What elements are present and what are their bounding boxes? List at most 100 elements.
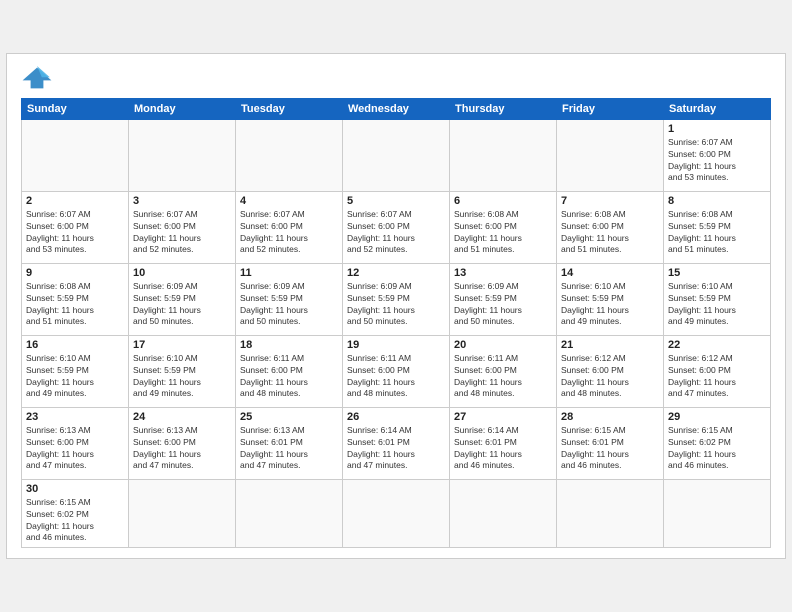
day-number-21: 21 <box>561 339 659 351</box>
weekday-header-saturday: Saturday <box>664 98 771 119</box>
day-number-4: 4 <box>240 195 338 207</box>
day-info-20: Sunrise: 6:11 AM Sunset: 6:00 PM Dayligh… <box>454 353 552 401</box>
calendar-container: SundayMondayTuesdayWednesdayThursdayFrid… <box>6 53 786 560</box>
calendar-cell-13: 8Sunrise: 6:08 AM Sunset: 5:59 PM Daylig… <box>664 191 771 263</box>
calendar-cell-16: 11Sunrise: 6:09 AM Sunset: 5:59 PM Dayli… <box>236 263 343 335</box>
calendar-cell-7: 2 Sunrise: 6:07 AM Sunset: 6:00 PM Daylig… <box>22 191 129 263</box>
calendar-cell-4 <box>450 119 557 191</box>
calendar-row-5: 30 Sunrise: 6:15 AM Sunset: 6:02 PM Dayli… <box>22 479 771 548</box>
calendar-cell-24: 19 Sunrise: 6:11 AM Sunset: 6:00 PM Dayli… <box>343 335 450 407</box>
day-number-18: 18 <box>240 339 338 351</box>
calendar-cell-27: 22 Sunrise: 6:12 AM Sunset: 6:00 PM Dayli… <box>664 335 771 407</box>
day-info-6: Sunrise: 6:08 AM Sunset: 6:00 PM Dayligh… <box>454 209 552 257</box>
day-info-1: Sunrise: 6:07 AM Sunset: 6:00 PM Dayligh… <box>668 137 766 185</box>
day-number-22: 22 <box>668 339 766 351</box>
day-info-29: Sunrise: 6:15 AM Sunset: 6:02 PM Dayligh… <box>668 425 766 473</box>
calendar-cell-38 <box>343 479 450 548</box>
calendar-cell-30: 25Sunrise: 6:13 AM Sunset: 6:01 PM Dayli… <box>236 407 343 479</box>
day-info-27: Sunrise: 6:14 AM Sunset: 6:01 PM Dayligh… <box>454 425 552 473</box>
day-number-25: 25 <box>240 411 338 423</box>
calendar-cell-3 <box>343 119 450 191</box>
calendar-cell-35: 30 Sunrise: 6:15 AM Sunset: 6:02 PM Dayli… <box>22 479 129 548</box>
day-number-27: 27 <box>454 411 552 423</box>
calendar-cell-23: 18 Sunrise: 6:11 AM Sunset: 6:00 PM Dayli… <box>236 335 343 407</box>
day-number-2: 2 <box>26 195 124 207</box>
calendar-row-3: 16 Sunrise: 6:10 AM Sunset: 5:59 PM Dayli… <box>22 335 771 407</box>
day-info-19: Sunrise: 6:11 AM Sunset: 6:00 PM Dayligh… <box>347 353 445 401</box>
day-info-2: Sunrise: 6:07 AM Sunset: 6:00 PM Dayligh… <box>26 209 124 257</box>
weekday-header-tuesday: Tuesday <box>236 98 343 119</box>
day-number-19: 19 <box>347 339 445 351</box>
day-info-12: Sunrise: 6:09 AM Sunset: 5:59 PM Dayligh… <box>347 281 445 329</box>
calendar-cell-41 <box>664 479 771 548</box>
header <box>21 64 771 92</box>
logo <box>21 64 57 92</box>
day-number-29: 29 <box>668 411 766 423</box>
weekday-header-sunday: Sunday <box>22 98 129 119</box>
calendar-cell-0 <box>22 119 129 191</box>
day-info-9: Sunrise: 6:08 AM Sunset: 5:59 PM Dayligh… <box>26 281 124 329</box>
calendar-row-2: 9 Sunrise: 6:08 AM Sunset: 5:59 PM Daylig… <box>22 263 771 335</box>
day-info-21: Sunrise: 6:12 AM Sunset: 6:00 PM Dayligh… <box>561 353 659 401</box>
day-number-14: 14 <box>561 267 659 279</box>
calendar-cell-20: 15 Sunrise: 6:10 AM Sunset: 5:59 PM Dayli… <box>664 263 771 335</box>
day-number-12: 12 <box>347 267 445 279</box>
calendar-cell-11: 6 Sunrise: 6:08 AM Sunset: 6:00 PM Daylig… <box>450 191 557 263</box>
day-number-6: 6 <box>454 195 552 207</box>
day-info-30: Sunrise: 6:15 AM Sunset: 6:02 PM Dayligh… <box>26 497 124 545</box>
day-number-9: 9 <box>26 267 124 279</box>
day-info-14: Sunrise: 6:10 AM Sunset: 5:59 PM Dayligh… <box>561 281 659 329</box>
logo-icon <box>21 64 53 92</box>
weekday-header-thursday: Thursday <box>450 98 557 119</box>
calendar-cell-6: 1 Sunrise: 6:07 AM Sunset: 6:00 PM Daylig… <box>664 119 771 191</box>
calendar-cell-2 <box>236 119 343 191</box>
day-info-28: Sunrise: 6:15 AM Sunset: 6:01 PM Dayligh… <box>561 425 659 473</box>
day-info-7: Sunrise: 6:08 AM Sunset: 6:00 PM Dayligh… <box>561 209 659 257</box>
calendar-cell-32: 27 Sunrise: 6:14 AM Sunset: 6:01 PM Dayli… <box>450 407 557 479</box>
day-number-17: 17 <box>133 339 231 351</box>
day-number-1: 1 <box>668 123 766 135</box>
day-info-10: Sunrise: 6:09 AM Sunset: 5:59 PM Dayligh… <box>133 281 231 329</box>
day-info-16: Sunrise: 6:10 AM Sunset: 5:59 PM Dayligh… <box>26 353 124 401</box>
calendar-cell-39 <box>450 479 557 548</box>
calendar-cell-40 <box>557 479 664 548</box>
calendar-cell-1 <box>129 119 236 191</box>
weekday-header-row: SundayMondayTuesdayWednesdayThursdayFrid… <box>22 98 771 119</box>
calendar-cell-5 <box>557 119 664 191</box>
day-info-24: Sunrise: 6:13 AM Sunset: 6:00 PM Dayligh… <box>133 425 231 473</box>
day-info-22: Sunrise: 6:12 AM Sunset: 6:00 PM Dayligh… <box>668 353 766 401</box>
day-info-23: Sunrise: 6:13 AM Sunset: 6:00 PM Dayligh… <box>26 425 124 473</box>
day-info-26: Sunrise: 6:14 AM Sunset: 6:01 PM Dayligh… <box>347 425 445 473</box>
calendar-grid: SundayMondayTuesdayWednesdayThursdayFrid… <box>21 98 771 549</box>
calendar-row-1: 2 Sunrise: 6:07 AM Sunset: 6:00 PM Daylig… <box>22 191 771 263</box>
day-number-11: 11 <box>240 267 338 279</box>
calendar-cell-14: 9 Sunrise: 6:08 AM Sunset: 5:59 PM Daylig… <box>22 263 129 335</box>
calendar-cell-34: 29 Sunrise: 6:15 AM Sunset: 6:02 PM Dayli… <box>664 407 771 479</box>
day-number-5: 5 <box>347 195 445 207</box>
calendar-cell-37 <box>236 479 343 548</box>
calendar-cell-28: 23 Sunrise: 6:13 AM Sunset: 6:00 PM Dayli… <box>22 407 129 479</box>
calendar-cell-10: 5 Sunrise: 6:07 AM Sunset: 6:00 PM Daylig… <box>343 191 450 263</box>
day-info-18: Sunrise: 6:11 AM Sunset: 6:00 PM Dayligh… <box>240 353 338 401</box>
day-number-16: 16 <box>26 339 124 351</box>
day-number-7: 7 <box>561 195 659 207</box>
weekday-header-monday: Monday <box>129 98 236 119</box>
calendar-cell-36 <box>129 479 236 548</box>
day-info-5: Sunrise: 6:07 AM Sunset: 6:00 PM Dayligh… <box>347 209 445 257</box>
day-number-15: 15 <box>668 267 766 279</box>
calendar-cell-12: 7 Sunrise: 6:08 AM Sunset: 6:00 PM Daylig… <box>557 191 664 263</box>
calendar-cell-29: 24Sunrise: 6:13 AM Sunset: 6:00 PM Dayli… <box>129 407 236 479</box>
day-number-26: 26 <box>347 411 445 423</box>
calendar-cell-17: 12 Sunrise: 6:09 AM Sunset: 5:59 PM Dayli… <box>343 263 450 335</box>
day-info-15: Sunrise: 6:10 AM Sunset: 5:59 PM Dayligh… <box>668 281 766 329</box>
calendar-row-4: 23 Sunrise: 6:13 AM Sunset: 6:00 PM Dayli… <box>22 407 771 479</box>
day-number-10: 10 <box>133 267 231 279</box>
day-info-13: Sunrise: 6:09 AM Sunset: 5:59 PM Dayligh… <box>454 281 552 329</box>
weekday-header-friday: Friday <box>557 98 664 119</box>
day-number-23: 23 <box>26 411 124 423</box>
day-info-8: Sunrise: 6:08 AM Sunset: 5:59 PM Dayligh… <box>668 209 766 257</box>
day-number-20: 20 <box>454 339 552 351</box>
day-number-30: 30 <box>26 483 124 495</box>
calendar-cell-26: 21 Sunrise: 6:12 AM Sunset: 6:00 PM Dayli… <box>557 335 664 407</box>
calendar-cell-25: 20 Sunrise: 6:11 AM Sunset: 6:00 PM Dayli… <box>450 335 557 407</box>
